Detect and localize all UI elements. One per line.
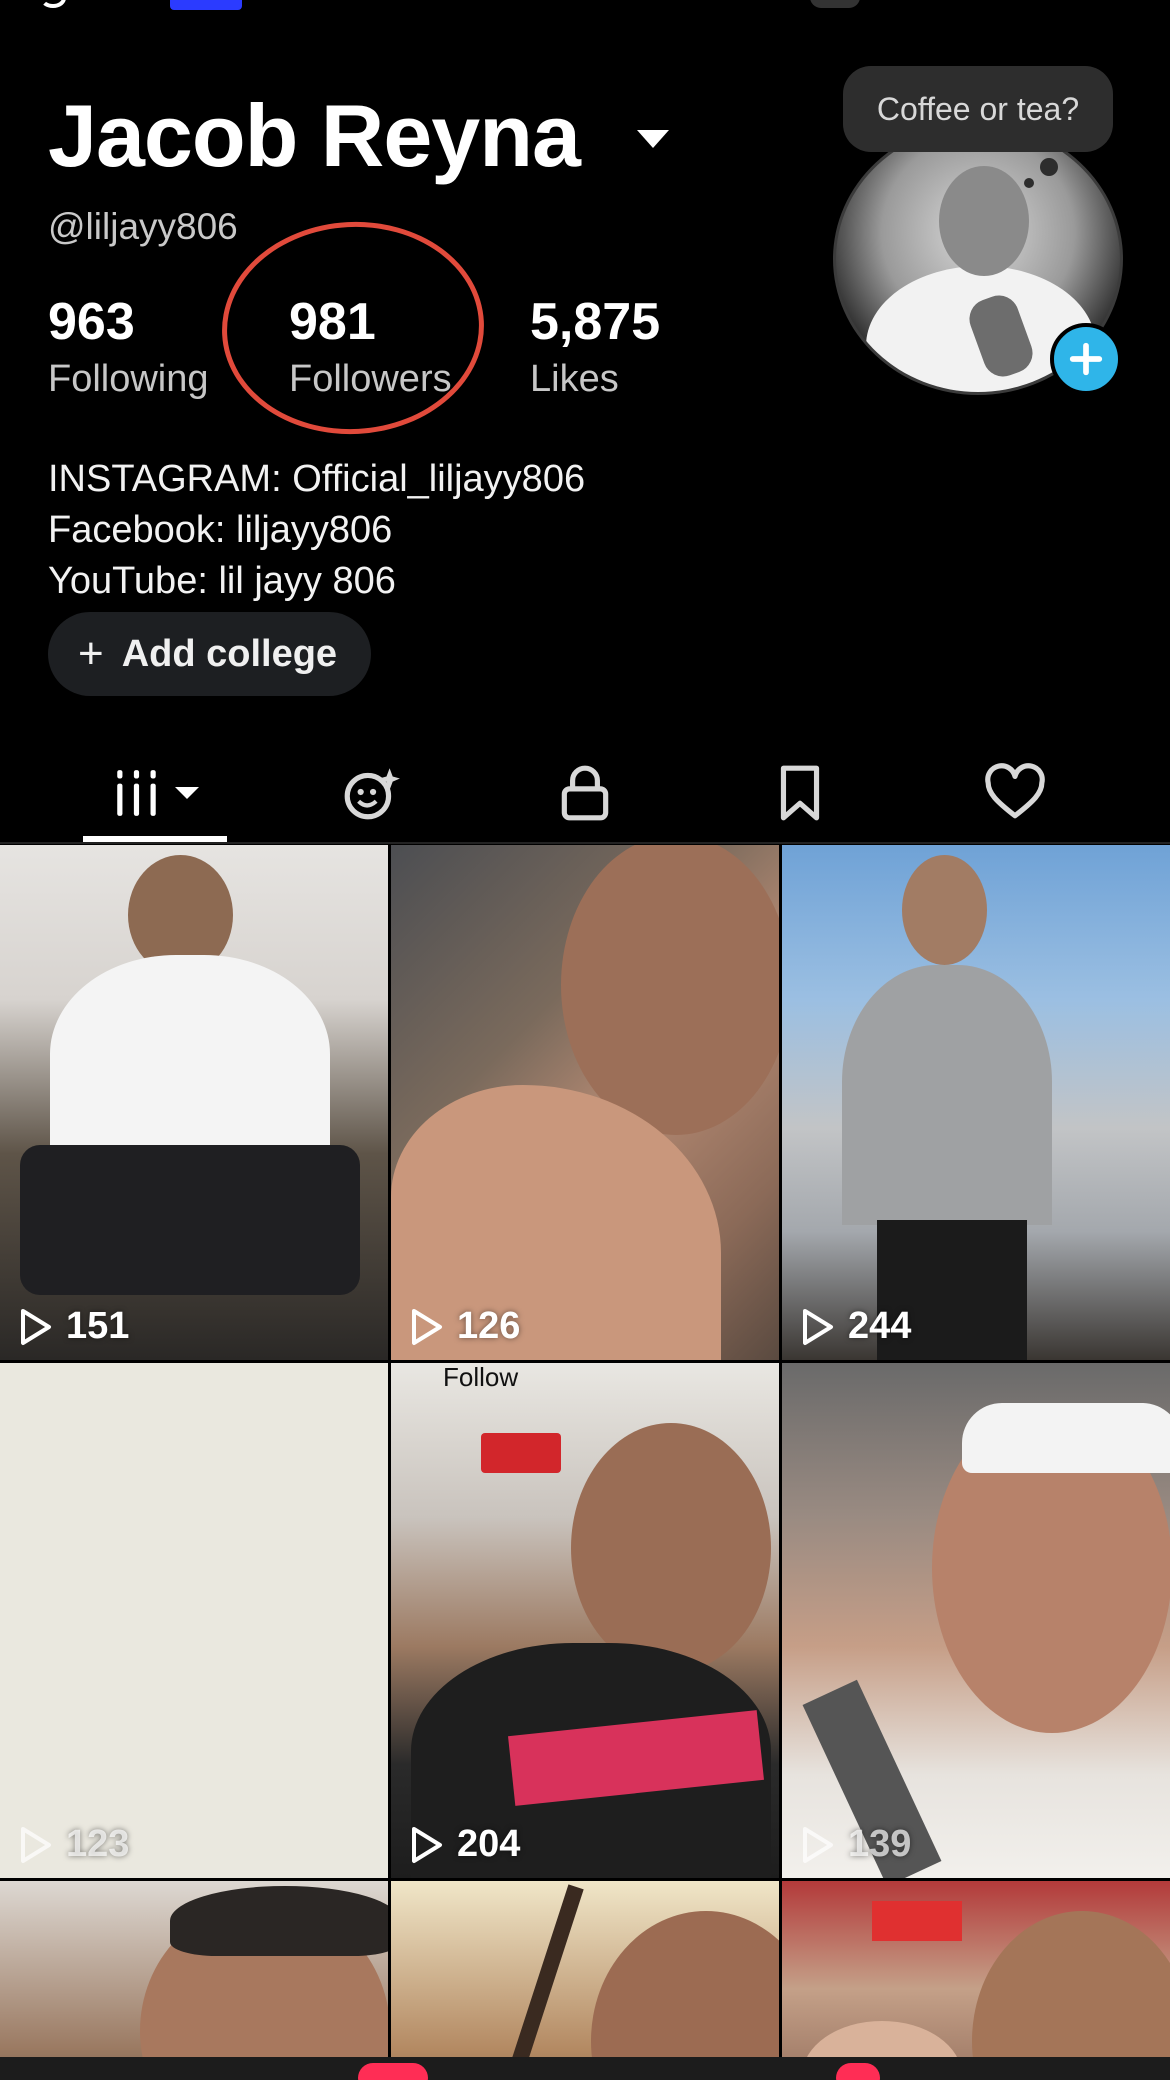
highlight-circle-annotation	[216, 215, 490, 441]
view-count-value: 123	[66, 1823, 130, 1865]
heart-icon	[985, 763, 1045, 819]
view-count: 151	[18, 1305, 129, 1348]
tab-liked[interactable]	[940, 742, 1090, 844]
play-icon	[21, 1826, 51, 1863]
view-count: 126	[409, 1305, 520, 1348]
video-thumbnail[interactable]	[782, 1881, 1170, 2080]
view-count-value: 139	[848, 1823, 912, 1865]
bio-line: Facebook: liljayy806	[48, 509, 393, 551]
tab-reposts[interactable]	[296, 742, 446, 844]
add-college-label: Add college	[121, 632, 338, 675]
tab-saved[interactable]	[725, 742, 875, 844]
video-thumbnail[interactable]: 244	[782, 845, 1170, 1360]
plus-icon	[1069, 342, 1103, 376]
profile-name[interactable]: Jacob Reyna	[48, 92, 581, 180]
view-count: 123	[18, 1823, 129, 1866]
grid-bars-icon	[117, 770, 156, 816]
plus-icon: +	[78, 629, 104, 678]
add-avatar-button[interactable]	[1050, 323, 1122, 395]
video-thumbnail[interactable]	[391, 1881, 779, 2080]
status-bubble[interactable]: Coffee or tea?	[843, 66, 1113, 152]
video-thumbnail[interactable]: 204	[391, 1363, 779, 1878]
play-icon	[803, 1826, 833, 1863]
account-switch-caret-icon[interactable]	[637, 130, 669, 148]
blue-badge	[170, 0, 242, 10]
view-count-value: 244	[848, 1305, 912, 1347]
view-count-value: 126	[457, 1305, 521, 1347]
profile-handle: @liljayy806	[48, 206, 238, 247]
video-thumbnail[interactable]	[0, 1881, 388, 2080]
view-count: 139	[800, 1823, 911, 1866]
play-icon	[412, 1826, 442, 1863]
lock-icon	[561, 765, 609, 821]
bookmark-icon	[780, 765, 820, 821]
likes-label: Likes	[530, 358, 619, 400]
view-count-value: 204	[457, 1823, 521, 1865]
bio-line: YouTube: lil jayy 806	[48, 560, 396, 602]
video-thumbnail[interactable]: 139	[782, 1363, 1170, 1878]
following-label: Following	[48, 358, 209, 400]
video-thumbnail[interactable]: 123	[0, 1363, 388, 1878]
likes-stat[interactable]: 5,875 Likes	[530, 296, 660, 401]
view-count-value: 151	[66, 1305, 130, 1347]
play-icon	[412, 1308, 442, 1345]
view-count: 204	[409, 1823, 520, 1866]
back-arrow-icon[interactable]	[40, 0, 66, 8]
status-pill	[810, 0, 860, 8]
add-college-button[interactable]: + Add college	[48, 612, 371, 696]
likes-count: 5,875	[530, 293, 661, 351]
play-icon	[21, 1308, 51, 1345]
bubble-tail	[1040, 158, 1058, 176]
bio: INSTAGRAM: Official_liljayy806 Facebook:…	[48, 454, 585, 607]
smiley-sparkle-icon	[344, 768, 400, 820]
tab-videos[interactable]	[80, 742, 230, 844]
divider	[0, 842, 1170, 844]
tab-private[interactable]	[510, 742, 660, 844]
notification-badge	[358, 2063, 428, 2080]
status-bar	[0, 0, 1170, 14]
follow-overlay-text: Follow	[443, 1362, 519, 1392]
following-count: 963	[48, 293, 135, 351]
view-count: 244	[800, 1305, 911, 1348]
bio-line: INSTAGRAM: Official_liljayy806	[48, 458, 586, 500]
video-thumbnail[interactable]: 151	[0, 845, 388, 1360]
notification-badge	[836, 2063, 880, 2080]
bottom-nav-bar	[0, 2057, 1170, 2080]
chevron-down-icon	[175, 787, 199, 799]
profile-tabs	[0, 742, 1170, 844]
bubble-tail-small	[1024, 178, 1034, 188]
play-icon	[803, 1308, 833, 1345]
following-stat[interactable]: 963 Following	[48, 296, 209, 401]
video-thumbnail[interactable]: 126	[391, 845, 779, 1360]
